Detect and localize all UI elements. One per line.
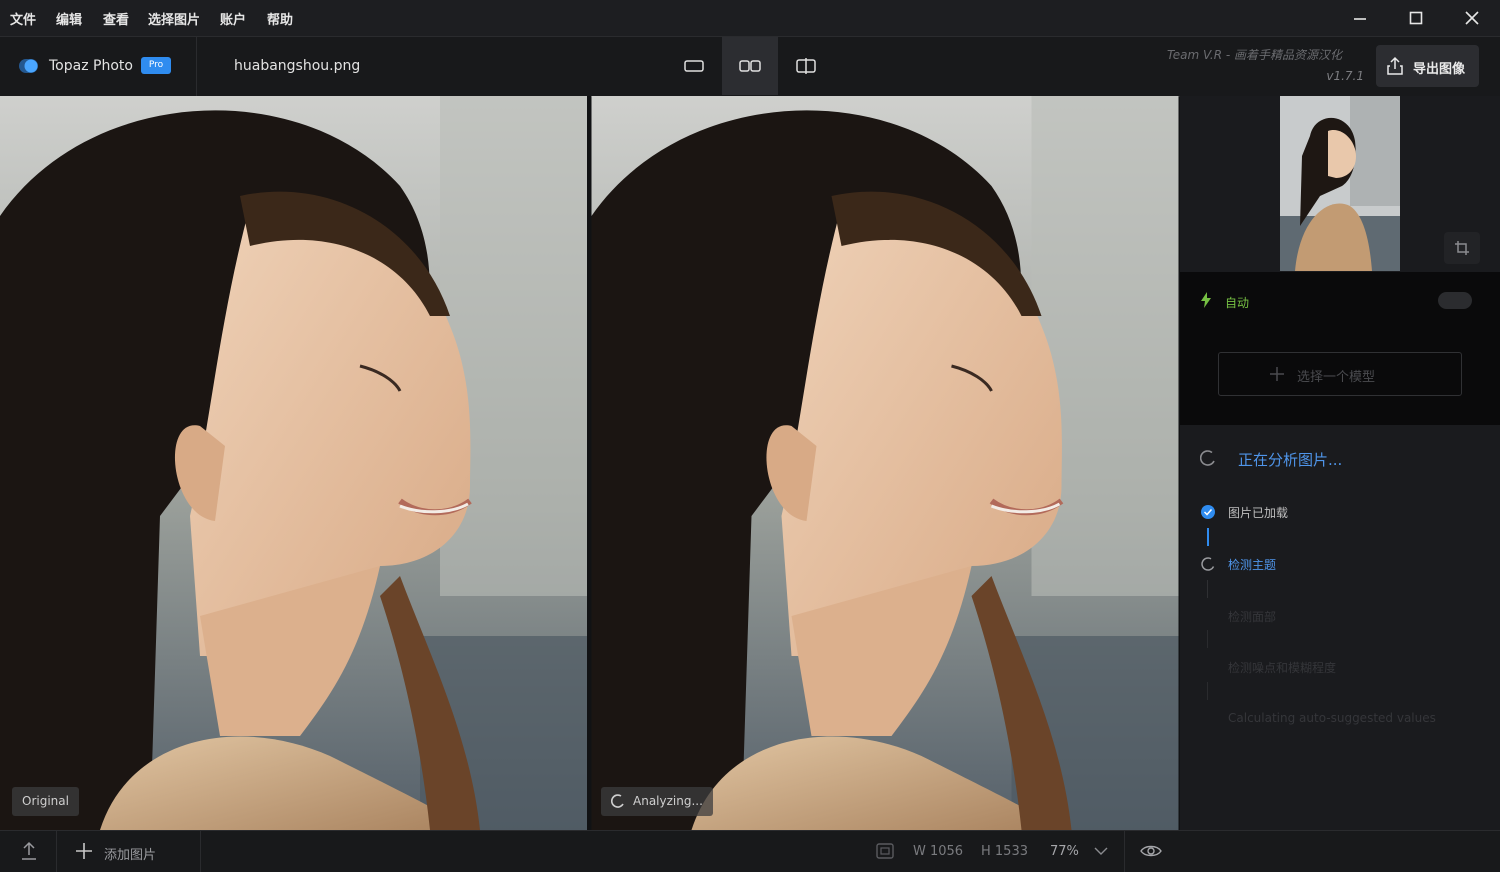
eye-icon[interactable] (1140, 843, 1162, 859)
statusbar-divider (56, 831, 57, 872)
app-logo-icon (19, 59, 38, 73)
original-label: Original (12, 787, 79, 816)
step-image-loaded: 图片已加载 (1228, 506, 1289, 520)
menu-file[interactable]: 文件 (10, 9, 36, 28)
split-view-icon (796, 58, 816, 74)
step-detect-noise-blur: 检测噪点和模糊程度 (1228, 661, 1337, 675)
side-by-side-view-button[interactable] (722, 37, 778, 95)
step-active-spinner-icon (1201, 557, 1215, 571)
menu-select-image[interactable]: 选择图片 (148, 9, 200, 28)
status-bar: 添加图片 W 1056 H 1533 77% (0, 830, 1500, 872)
chevron-down-icon[interactable] (1094, 846, 1108, 856)
version-label: v1.7.1 (1326, 69, 1364, 83)
share-icon (1387, 56, 1403, 75)
thumbnail-photo (1280, 96, 1400, 271)
select-model-label: 选择一个模型 (1297, 370, 1376, 385)
toolbar: Topaz Photo Pro huabangshou.png Team V.R… (0, 36, 1500, 97)
menu-bar: 文件 编辑 查看 选择图片 账户 帮助 (0, 0, 1500, 36)
step-detect-subject: 检测主题 (1228, 558, 1277, 572)
menu-account[interactable]: 账户 (220, 9, 246, 28)
select-model-button[interactable]: 选择一个模型 (1218, 352, 1462, 396)
toolbar-divider (196, 37, 197, 96)
statusbar-divider (1124, 831, 1125, 872)
original-preview-pane[interactable]: Original (0, 96, 587, 830)
spinner-icon (611, 794, 624, 808)
crop-button[interactable] (1444, 232, 1480, 264)
menu-view[interactable]: 查看 (103, 9, 129, 28)
app-name: Topaz Photo (49, 58, 133, 74)
navigator-thumbnail[interactable] (1280, 96, 1400, 271)
menu-edit[interactable]: 编辑 (56, 9, 82, 28)
crop-icon (1455, 241, 1469, 255)
minimize-button[interactable] (1332, 0, 1388, 36)
add-image-label: 添加图片 (104, 848, 157, 863)
maximize-icon (1409, 11, 1423, 25)
upload-icon[interactable] (20, 841, 38, 861)
split-view-button[interactable] (778, 37, 834, 95)
export-label: 导出图像 (1413, 62, 1466, 77)
step-connector (1207, 682, 1208, 700)
add-image-button[interactable]: 添加图片 (66, 831, 200, 872)
step-done-icon (1201, 505, 1215, 519)
minimize-icon (1354, 18, 1366, 20)
plus-icon (76, 843, 92, 859)
image-height: H 1533 (981, 844, 1028, 859)
single-view-button[interactable] (666, 37, 722, 95)
auto-section: 自动 选择一个模型 (1180, 272, 1500, 425)
side-by-side-view-icon (739, 60, 761, 72)
step-connector (1207, 528, 1209, 546)
dimensions-icon (876, 843, 894, 859)
close-icon (1465, 11, 1479, 25)
processed-preview-pane[interactable]: Analyzing... (591, 96, 1179, 830)
statusbar-divider (200, 831, 201, 872)
menu-help[interactable]: 帮助 (267, 9, 293, 28)
analyzing-spinner-icon (1200, 450, 1215, 466)
auto-toggle[interactable] (1438, 292, 1472, 309)
zoom-level[interactable]: 77% (1050, 844, 1079, 859)
single-view-icon (684, 60, 704, 72)
maximize-button[interactable] (1388, 0, 1444, 36)
plus-icon (1270, 367, 1284, 381)
step-detect-faces: 检测面部 (1228, 610, 1277, 624)
close-button[interactable] (1444, 0, 1500, 36)
pro-badge: Pro (141, 57, 171, 74)
original-photo (0, 96, 587, 830)
auto-label: 自动 (1225, 296, 1250, 310)
auto-bolt-icon (1201, 292, 1211, 308)
analyzing-status: 正在分析图片... (1238, 451, 1343, 469)
step-connector (1207, 630, 1208, 648)
processed-photo (591, 96, 1179, 830)
export-image-button[interactable]: 导出图像 (1376, 45, 1479, 87)
sidebar: 自动 选择一个模型 正在分析图片... 图片已加载 检测主题 检测面部 检测噪点… (1180, 96, 1500, 830)
step-connector (1207, 580, 1208, 598)
team-credit: Team V.R - 画着手精品资源汉化 (1166, 48, 1342, 62)
step-calculating-values: Calculating auto-suggested values (1228, 711, 1436, 725)
file-name: huabangshou.png (234, 58, 361, 74)
image-width: W 1056 (913, 844, 964, 859)
